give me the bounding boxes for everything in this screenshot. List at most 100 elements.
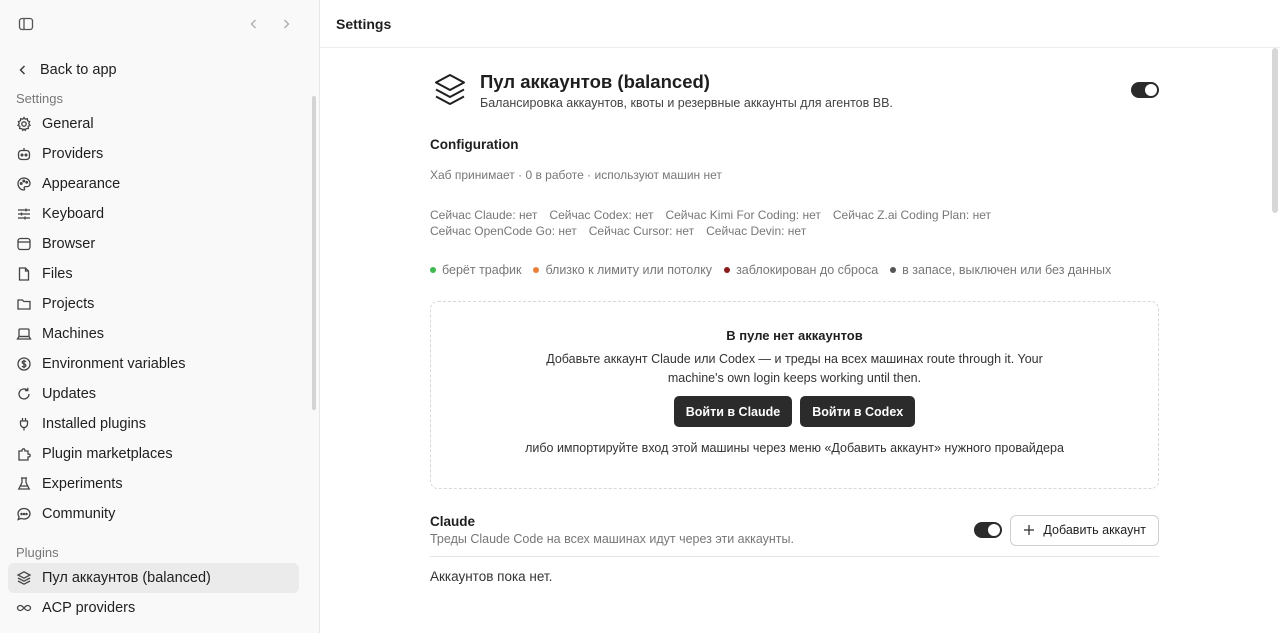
page-title: Settings bbox=[320, 0, 1280, 48]
chevron-left-icon bbox=[19, 65, 25, 75]
main-scrollbar[interactable] bbox=[1272, 48, 1278, 213]
green-dot-icon bbox=[430, 267, 436, 273]
current-accounts-summary: Сейчас Claude: нет Сейчас Codex: нет Сейча… bbox=[430, 207, 1159, 239]
back-to-app-link[interactable]: Back to app bbox=[8, 55, 311, 85]
current-codex: Сейчас Codex: нет bbox=[549, 208, 654, 222]
sidebar-topbar bbox=[0, 0, 319, 48]
nav-back-chevron-icon[interactable] bbox=[245, 15, 263, 33]
folder-icon bbox=[17, 299, 31, 310]
file-icon bbox=[18, 267, 30, 281]
nav-forward-chevron-icon[interactable] bbox=[277, 15, 295, 33]
sidebar-toggle-icon[interactable] bbox=[16, 14, 36, 34]
sidebar-item-label: Keyboard bbox=[42, 206, 105, 222]
sidebar-item-machines[interactable]: Machines bbox=[8, 319, 299, 349]
current-kimi: Сейчас Kimi For Coding: нет bbox=[665, 208, 821, 222]
sidebar-item-label: Projects bbox=[42, 296, 95, 312]
sidebar-item-community[interactable]: Community bbox=[8, 499, 299, 529]
sliders-icon bbox=[18, 208, 30, 220]
legend-item-blocked: заблокирован до сброса bbox=[724, 263, 878, 277]
sidebar-item-projects[interactable]: Projects bbox=[8, 289, 299, 319]
claude-provider-subtitle: Треды Claude Code на всех машинах идут ч… bbox=[430, 532, 794, 546]
plugin-title: Пул аккаунтов (balanced) bbox=[480, 71, 710, 92]
sidebar-item-label: Browser bbox=[42, 236, 96, 252]
laptop-icon bbox=[16, 328, 32, 340]
claude-provider-row: Claude Треды Claude Code на всех машинах… bbox=[430, 514, 1159, 546]
sidebar-item-files[interactable]: Files bbox=[8, 259, 299, 289]
sidebar-item-label: Files bbox=[42, 266, 73, 282]
empty-pool-description: Добавьте аккаунт Claude или Codex — и тр… bbox=[546, 352, 1043, 385]
sidebar-item-browser[interactable]: Browser bbox=[8, 229, 299, 259]
sidebar-item-acp-providers[interactable]: ACP providers bbox=[8, 593, 299, 623]
hub-status-text: Хаб принимает · 0 в работе · используют … bbox=[430, 168, 722, 182]
sidebar-item-providers[interactable]: Providers bbox=[8, 139, 299, 169]
sidebar-item-label: Machines bbox=[42, 326, 105, 342]
plus-icon bbox=[1024, 525, 1035, 535]
current-cursor: Сейчас Cursor: нет bbox=[588, 224, 695, 238]
back-to-app-label: Back to app bbox=[40, 62, 117, 78]
sidebar-item-account-pool[interactable]: Пул аккаунтов (balanced) bbox=[8, 563, 299, 593]
plug-icon bbox=[19, 418, 29, 431]
chat-icon bbox=[17, 507, 31, 521]
legend-item-reserve: в запасе, выключен или без данных bbox=[890, 263, 1111, 277]
sidebar-item-plugin-marketplaces[interactable]: Plugin marketplaces bbox=[8, 439, 299, 469]
plugins-section-label: Plugins bbox=[16, 544, 59, 560]
claude-provider-title: Claude bbox=[430, 514, 476, 529]
sidebar-item-label: Environment variables bbox=[42, 356, 186, 372]
sidebar-item-general[interactable]: General bbox=[8, 109, 299, 139]
flask-icon bbox=[17, 477, 31, 490]
claude-enabled-toggle[interactable] bbox=[974, 522, 1003, 538]
plugin-header: Пул аккаунтов (balanced) Балансировка ак… bbox=[430, 71, 1159, 110]
divider bbox=[430, 556, 1159, 557]
sidebar-item-environment-variables[interactable]: Environment variables bbox=[8, 349, 299, 379]
current-opencode: Сейчас OpenCode Go: нет bbox=[430, 224, 577, 238]
layers-icon bbox=[16, 571, 32, 585]
add-account-button[interactable]: Добавить аккаунт bbox=[1010, 514, 1159, 546]
gear-icon bbox=[17, 116, 31, 132]
settings-section-label: Settings bbox=[16, 90, 63, 106]
gray-dot-icon bbox=[890, 267, 897, 273]
sidebar-item-appearance[interactable]: Appearance bbox=[8, 169, 299, 199]
sidebar-item-keyboard[interactable]: Keyboard bbox=[8, 199, 299, 229]
status-legend: берёт трафик близко к лимиту или потолку… bbox=[430, 263, 1159, 277]
main-panel: Settings Пул аккаунтов (balanced) Баланс… bbox=[320, 0, 1280, 633]
sidebar-item-experiments[interactable]: Experiments bbox=[8, 469, 299, 499]
app-window: Back to app Settings General Providers A… bbox=[0, 0, 1280, 633]
sidebar-item-updates[interactable]: Updates bbox=[8, 379, 299, 409]
sidebar-item-label: Installed plugins bbox=[42, 416, 146, 432]
sidebar-item-label: General bbox=[42, 116, 94, 132]
legend-item-traffic: берёт трафик bbox=[430, 263, 521, 277]
legend-item-near-limit: близко к лимиту или потолку bbox=[533, 263, 712, 277]
orange-dot-icon bbox=[533, 267, 540, 273]
empty-pool-card: В пуле нет аккаунтов Добавьте аккаунт Cl… bbox=[430, 301, 1159, 489]
add-account-label: Добавить аккаунт bbox=[1043, 523, 1146, 537]
red-dot-icon bbox=[724, 267, 731, 273]
puzzle-icon bbox=[18, 448, 31, 461]
browser-icon bbox=[17, 237, 31, 251]
sidebar-scrollbar[interactable] bbox=[312, 96, 316, 410]
layers-icon bbox=[435, 74, 465, 105]
configuration-heading: Configuration bbox=[430, 137, 519, 152]
current-claude: Сейчас Claude: нет bbox=[430, 208, 538, 222]
sidebar-item-label: ACP providers bbox=[42, 600, 136, 616]
login-claude-button[interactable]: Войти в Claude bbox=[673, 396, 793, 427]
current-zai: Сейчас Z.ai Coding Plan: нет bbox=[832, 208, 991, 222]
sidebar-item-label: Providers bbox=[42, 146, 104, 162]
sidebar-item-installed-plugins[interactable]: Installed plugins bbox=[8, 409, 299, 439]
sidebar-item-label: Updates bbox=[42, 386, 97, 402]
empty-pool-hint: либо импортируйте вход этой машины через… bbox=[525, 441, 1064, 455]
login-codex-button[interactable]: Войти в Codex bbox=[800, 396, 916, 427]
sidebar: Back to app Settings General Providers A… bbox=[0, 0, 320, 633]
sidebar-item-label: Appearance bbox=[42, 176, 121, 192]
sidebar-item-label: Plugin marketplaces bbox=[42, 446, 173, 462]
infinity-icon bbox=[16, 604, 32, 612]
dollar-circle-icon bbox=[17, 357, 31, 371]
empty-pool-title: В пуле нет аккаунтов bbox=[726, 328, 863, 343]
plugin-settings-content: Пул аккаунтов (balanced) Балансировка ак… bbox=[430, 48, 1159, 584]
no-accounts-text: Аккаунтов пока нет. bbox=[430, 569, 553, 584]
plugin-enabled-toggle[interactable] bbox=[1131, 82, 1159, 98]
sidebar-item-label: Experiments bbox=[42, 476, 123, 492]
sidebar-item-label: Community bbox=[42, 506, 116, 522]
refresh-icon bbox=[18, 387, 30, 400]
sidebar-item-label: Пул аккаунтов (balanced) bbox=[42, 570, 211, 586]
bot-icon bbox=[17, 148, 31, 161]
